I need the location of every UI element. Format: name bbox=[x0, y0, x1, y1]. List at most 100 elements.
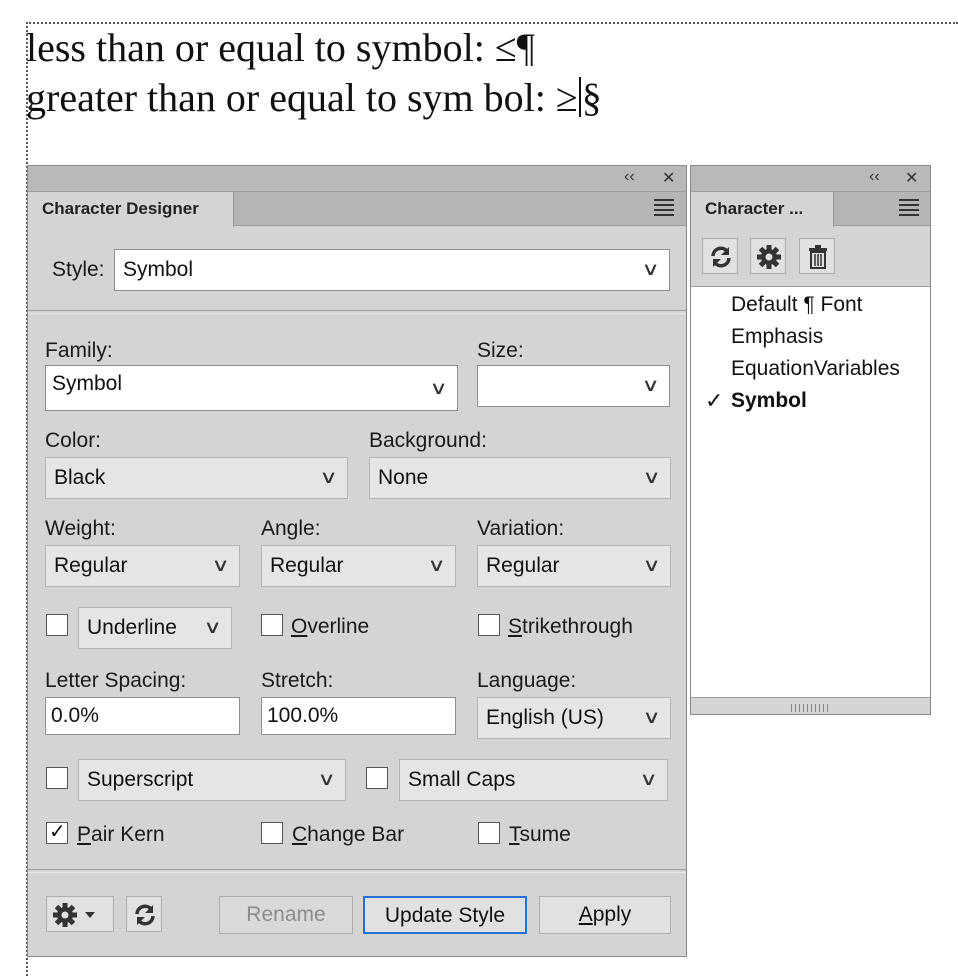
chevron-down-icon: ∨ bbox=[211, 555, 230, 575]
panel-menu-icon[interactable] bbox=[899, 199, 919, 217]
color-select[interactable]: Black ∨ bbox=[45, 457, 348, 499]
designer-titlebar: ‹‹ ✕ bbox=[28, 166, 686, 192]
strikethrough-checkbox[interactable] bbox=[478, 614, 500, 636]
language-select[interactable]: English (US) ∨ bbox=[477, 697, 671, 739]
tsume-checkbox[interactable] bbox=[478, 822, 500, 844]
pair-kern-checkbox[interactable]: ✓ bbox=[46, 821, 68, 844]
list-item[interactable]: EquationVariables bbox=[731, 357, 900, 381]
variation-label: Variation: bbox=[477, 517, 565, 540]
document-line-1[interactable]: less than or equal to symbol: ≤¶ bbox=[26, 24, 535, 71]
refresh-icon bbox=[135, 904, 155, 926]
background-value: None bbox=[378, 466, 429, 489]
collapse-icon[interactable]: ‹‹ bbox=[624, 168, 635, 186]
close-icon[interactable]: ✕ bbox=[662, 168, 675, 188]
stretch-label: Stretch: bbox=[261, 669, 334, 692]
language-label: Language: bbox=[477, 669, 577, 692]
family-value: Symbol bbox=[52, 372, 123, 395]
pair-kern-text: air Kern bbox=[91, 823, 165, 846]
close-icon[interactable]: ✕ bbox=[905, 168, 918, 188]
refresh-icon bbox=[711, 246, 731, 268]
underline-select[interactable]: Underline ∨ bbox=[78, 607, 232, 649]
divider bbox=[28, 872, 686, 873]
gear-icon bbox=[757, 245, 781, 269]
angle-select[interactable]: Regular ∨ bbox=[261, 545, 456, 587]
list-item[interactable]: Default ¶ Font bbox=[731, 293, 863, 317]
strikethrough-label[interactable]: Strikethrough bbox=[508, 615, 633, 639]
character-catalog-panel: ‹‹ ✕ Character ... Default ¶ Font Emphas… bbox=[690, 165, 931, 715]
small-caps-checkbox[interactable] bbox=[366, 767, 388, 789]
change-bar-label[interactable]: Change Bar bbox=[292, 823, 404, 847]
tab-character-designer[interactable]: Character Designer bbox=[28, 192, 234, 227]
size-label: Size: bbox=[477, 339, 524, 362]
pair-kern-label[interactable]: Pair Kern bbox=[77, 823, 165, 847]
divider bbox=[28, 310, 686, 311]
tsume-label[interactable]: Tsume bbox=[509, 823, 571, 847]
angle-value: Regular bbox=[270, 554, 344, 577]
apply-text: pply bbox=[592, 903, 632, 926]
angle-label: Angle: bbox=[261, 517, 321, 540]
weight-select[interactable]: Regular ∨ bbox=[45, 545, 240, 587]
resize-grip[interactable] bbox=[790, 704, 831, 712]
superscript-select[interactable]: Superscript ∨ bbox=[78, 759, 346, 801]
gear-icon bbox=[53, 903, 95, 927]
family-label: Family: bbox=[45, 339, 113, 362]
variation-select[interactable]: Regular ∨ bbox=[477, 545, 671, 587]
catalog-refresh-button[interactable] bbox=[702, 238, 738, 274]
list-item-selected[interactable]: Symbol bbox=[731, 389, 807, 413]
refresh-button[interactable] bbox=[126, 896, 162, 932]
small-caps-value: Small Caps bbox=[408, 768, 516, 791]
style-select[interactable]: Symbol ∨ bbox=[114, 249, 670, 291]
apply-button[interactable]: Apply bbox=[539, 896, 671, 934]
catalog-titlebar: ‹‹ ✕ bbox=[691, 166, 930, 192]
weight-value: Regular bbox=[54, 554, 128, 577]
overline-label[interactable]: Overline bbox=[291, 615, 369, 639]
chevron-down-icon: ∨ bbox=[642, 555, 661, 575]
underline-checkbox[interactable] bbox=[46, 614, 68, 636]
tsume-text: sume bbox=[519, 823, 571, 846]
document-line-2[interactable]: greater than or equal to sym bol: ≥ § bbox=[26, 74, 602, 121]
rename-button[interactable]: Rename bbox=[219, 896, 353, 934]
change-bar-mnemonic: C bbox=[292, 823, 308, 846]
chevron-down-icon: ∨ bbox=[642, 707, 661, 727]
tsume-mnemonic: T bbox=[509, 823, 520, 846]
change-bar-text: hange Bar bbox=[307, 823, 405, 846]
settings-menu-button[interactable] bbox=[46, 896, 114, 932]
change-bar-checkbox[interactable] bbox=[261, 822, 283, 844]
update-style-button[interactable]: Update Style bbox=[363, 896, 527, 934]
chevron-down-icon: ∨ bbox=[641, 259, 660, 279]
size-select[interactable]: ∨ bbox=[477, 365, 670, 407]
catalog-settings-button[interactable] bbox=[750, 238, 786, 274]
letter-spacing-input[interactable]: 0.0% bbox=[45, 697, 240, 735]
dropdown-arrow bbox=[85, 912, 95, 918]
catalog-delete-button[interactable] bbox=[799, 238, 835, 274]
chevron-down-icon: ∨ bbox=[641, 375, 660, 395]
check-icon: ✓ bbox=[49, 821, 66, 843]
small-caps-select[interactable]: Small Caps ∨ bbox=[399, 759, 668, 801]
letter-spacing-label: Letter Spacing: bbox=[45, 669, 187, 692]
document-line-2-text: greater than or equal to sym bol: ≥ bbox=[26, 75, 578, 120]
panel-menu-icon[interactable] bbox=[654, 199, 674, 217]
background-select[interactable]: None ∨ bbox=[369, 457, 671, 499]
superscript-value: Superscript bbox=[87, 768, 194, 791]
list-item[interactable]: Emphasis bbox=[731, 325, 823, 349]
chevron-down-icon: ∨ bbox=[642, 467, 661, 487]
variation-value: Regular bbox=[486, 554, 560, 577]
style-value: Symbol bbox=[123, 258, 194, 281]
collapse-icon[interactable]: ‹‹ bbox=[869, 168, 880, 186]
catalog-tabstrip: Character ... bbox=[691, 192, 930, 227]
text-caret bbox=[578, 77, 581, 117]
stretch-input[interactable]: 100.0% bbox=[261, 697, 456, 735]
overline-checkbox[interactable] bbox=[261, 614, 283, 636]
trash-icon bbox=[809, 245, 827, 269]
color-value: Black bbox=[54, 466, 106, 489]
chevron-down-icon: ∨ bbox=[427, 555, 446, 575]
strikethrough-mnemonic: S bbox=[508, 615, 523, 638]
style-label: Style: bbox=[52, 258, 105, 281]
family-select[interactable]: Symbol ∨ bbox=[45, 365, 458, 411]
tab-character-catalog[interactable]: Character ... bbox=[691, 192, 834, 227]
chevron-down-icon: ∨ bbox=[639, 769, 658, 789]
color-label: Color: bbox=[45, 429, 102, 452]
stretch-value: 100.0% bbox=[267, 704, 339, 727]
superscript-checkbox[interactable] bbox=[46, 767, 68, 789]
chevron-down-icon: ∨ bbox=[319, 467, 338, 487]
